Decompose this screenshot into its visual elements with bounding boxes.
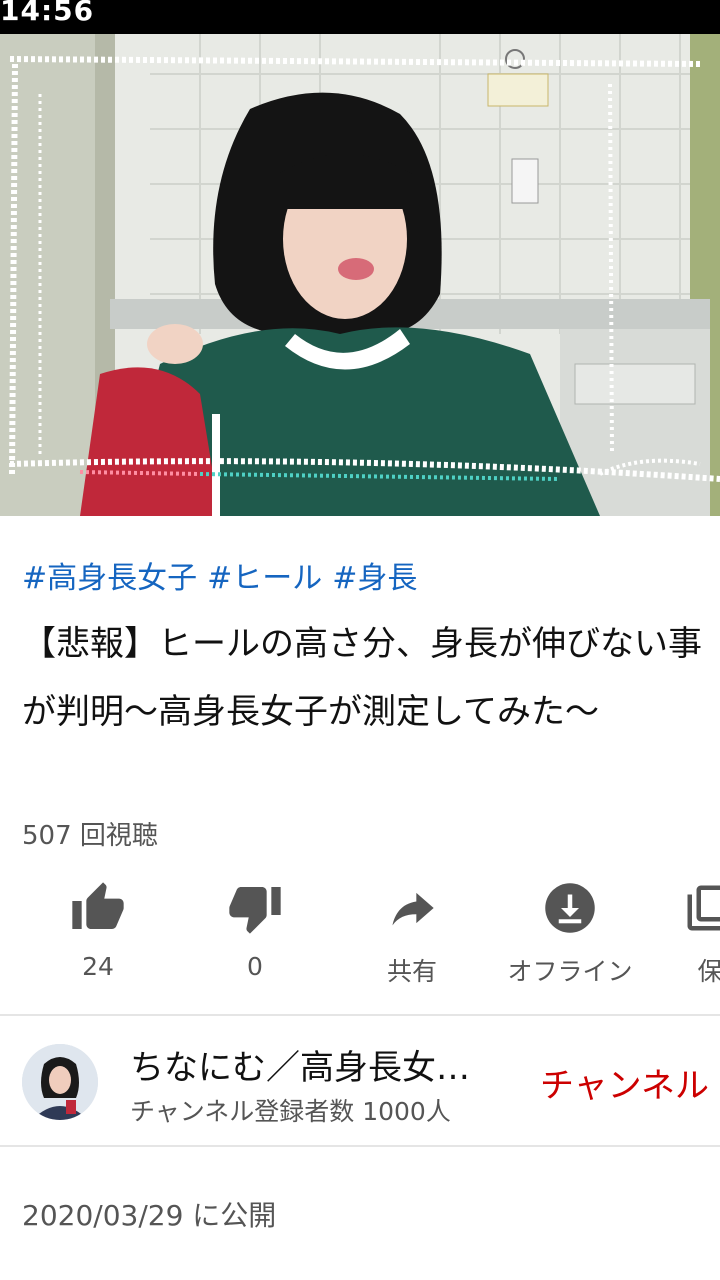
avatar-image <box>22 1044 98 1120</box>
status-time: 14:56 <box>0 0 95 27</box>
channel-avatar[interactable] <box>22 1044 98 1120</box>
channel-name[interactable]: ちなにむ／高身長女… <box>130 1040 470 1089</box>
hashtag-list: #高身長女子 #ヒール #身長 <box>22 553 427 597</box>
subscribe-button[interactable]: チャンネル <box>540 1058 709 1107</box>
video-player[interactable] <box>0 34 720 516</box>
publish-date: 2020/03/29 に公開 <box>22 1199 277 1232</box>
share-icon <box>392 892 434 926</box>
thumbs-up-icon <box>72 882 124 929</box>
save-icon <box>687 885 720 931</box>
divider <box>0 1145 720 1147</box>
share-button[interactable]: 共有 <box>332 872 492 988</box>
hashtag-link[interactable]: #高身長女子 <box>22 561 197 596</box>
offline-label: オフライン <box>507 957 633 986</box>
video-thumbnail <box>0 34 720 516</box>
video-title[interactable]: 【悲報】ヒールの高さ分、身長が伸びない事が判明〜高身長女子が測定してみた〜 <box>22 610 712 746</box>
save-button[interactable]: 保 <box>630 872 720 988</box>
divider <box>0 1014 720 1016</box>
save-label: 保 <box>697 957 720 986</box>
view-count: 507 回視聴 <box>22 821 158 851</box>
share-label: 共有 <box>386 957 437 986</box>
subscriber-count: チャンネル登録者数 1000人 <box>130 1097 451 1126</box>
status-bar: 14:56 <box>0 0 720 34</box>
thumbs-down-icon <box>229 887 281 934</box>
hashtag-link[interactable]: #ヒール <box>207 561 322 596</box>
download-icon <box>545 883 595 933</box>
channel-row[interactable]: ちなにむ／高身長女… チャンネル登録者数 1000人 チャンネル <box>0 1018 720 1144</box>
like-button[interactable]: 24 <box>18 872 178 981</box>
offline-button[interactable]: オフライン <box>490 872 650 988</box>
like-count: 24 <box>82 952 114 981</box>
hashtag-link[interactable]: #身長 <box>332 561 417 596</box>
dislike-count: 0 <box>247 952 263 981</box>
dislike-button[interactable]: 0 <box>175 872 335 981</box>
action-bar: 24 0 共有 オフライン 保 <box>0 872 720 992</box>
